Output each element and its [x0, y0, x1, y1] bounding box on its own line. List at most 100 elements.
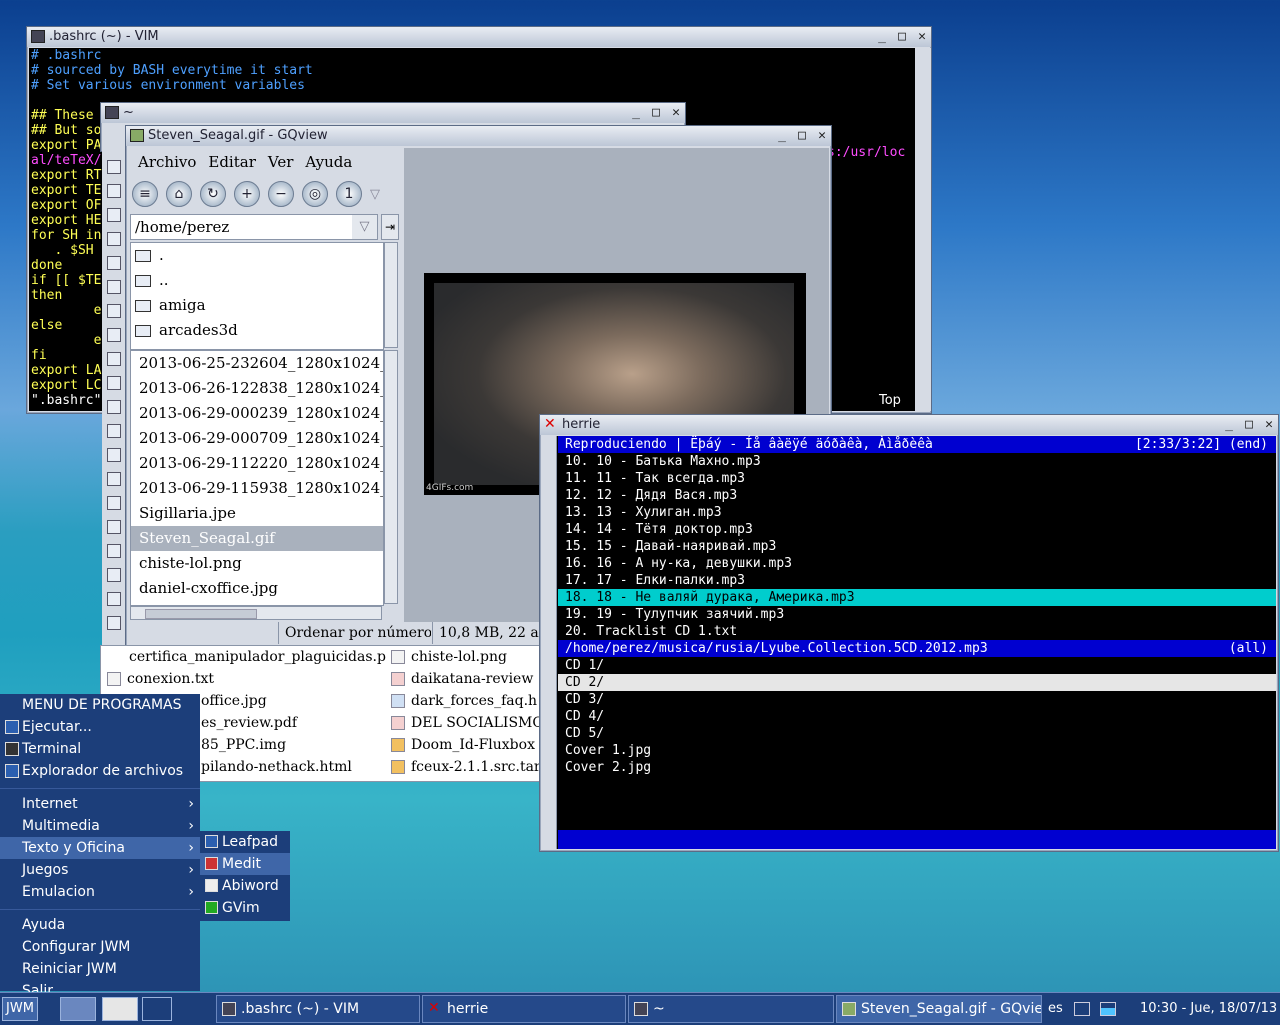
- file-scrollbar[interactable]: [384, 350, 398, 604]
- file-item[interactable]: conexion.txt: [107, 668, 214, 690]
- close-button[interactable]: ✕: [669, 106, 683, 120]
- hscroll-thumb[interactable]: [145, 609, 257, 619]
- browser-item[interactable]: CD 3/: [558, 691, 1276, 708]
- task-gqview[interactable]: Steven_Seagal.gif - GQvie: [836, 995, 1042, 1023]
- playlist-item[interactable]: 19. 19 - Тулупчик заячий.mp3: [558, 606, 1276, 623]
- directory-scrollbar[interactable]: [384, 242, 398, 348]
- submenu-item-abiword[interactable]: Abiword: [200, 875, 290, 897]
- file-item[interactable]: 85_PPC.img: [201, 734, 286, 756]
- menu-item-texto-oficina[interactable]: Texto y Oficina ›: [0, 837, 200, 859]
- workspace-3[interactable]: [142, 997, 172, 1021]
- herrie-titlebar[interactable]: ✕ herrie _ □ ✕: [540, 415, 1278, 435]
- workspace-2[interactable]: [102, 997, 138, 1021]
- path-dropdown-icon[interactable]: ▽: [352, 215, 377, 239]
- menu-item-ayuda[interactable]: Ayuda: [0, 914, 200, 936]
- browser-item[interactable]: CD 5/: [558, 725, 1276, 742]
- home-icon[interactable]: ⌂: [166, 181, 192, 207]
- minimize-button[interactable]: _: [875, 30, 889, 44]
- task-herrie[interactable]: ✕ herrie: [422, 995, 626, 1023]
- minimize-button[interactable]: _: [775, 129, 789, 143]
- submenu-item-gvim[interactable]: GVim: [200, 897, 290, 919]
- herrie-scrollbar[interactable]: [542, 436, 557, 849]
- clock[interactable]: 10:30 - Jue, 18/07/13: [1140, 993, 1277, 1025]
- menu-item-emulacion[interactable]: Emulacion ›: [0, 881, 200, 903]
- zoom-out-icon[interactable]: −: [268, 181, 294, 207]
- directory-list[interactable]: ... amiga arcades3d: [130, 242, 384, 350]
- browser-item[interactable]: Cover 1.jpg: [558, 742, 1276, 759]
- keyboard-layout[interactable]: es: [1048, 993, 1063, 1025]
- file-browser-list[interactable]: CD 1/CD 2/CD 3/CD 4/CD 5/Cover 1.jpg Cove…: [558, 657, 1276, 776]
- playlist-item[interactable]: 12. 12 - Дядя Вася.mp3: [558, 487, 1276, 504]
- menu-item-multimedia[interactable]: Multimedia ›: [0, 815, 200, 837]
- browser-item[interactable]: CD 1/: [558, 657, 1276, 674]
- directory-item[interactable]: arcades3d: [131, 318, 383, 343]
- file-list-item[interactable]: Sigillaria.jpe: [131, 501, 383, 526]
- vim-titlebar[interactable]: .bashrc (~) - VIM _ □ ✕: [27, 27, 931, 47]
- playlist-item[interactable]: 15. 15 - Давай-наяривай.mp3: [558, 538, 1276, 555]
- menu-item-explorador[interactable]: Explorador de archivos: [0, 760, 200, 782]
- file-item[interactable]: Doom_Id-Fluxbox: [391, 734, 535, 756]
- directory-item[interactable]: ..: [131, 268, 383, 293]
- file-item[interactable]: daikatana-review: [391, 668, 533, 690]
- maximize-button[interactable]: □: [649, 106, 663, 120]
- maximize-button[interactable]: □: [795, 129, 809, 143]
- menu-item-ejecutar[interactable]: Ejecutar...: [0, 716, 200, 738]
- menu-item-reiniciar[interactable]: Reiniciar JWM: [0, 958, 200, 980]
- playlist-item[interactable]: 20. Tracklist CD 1.txt: [558, 623, 1276, 640]
- file-item[interactable]: office.jpg: [201, 690, 267, 712]
- playlist-item[interactable]: 16. 16 - А ну-ка, девушки.mp3: [558, 555, 1276, 572]
- list-view-icon[interactable]: ≡: [132, 181, 158, 207]
- gqview-titlebar[interactable]: Steven_Seagal.gif - GQview _ □ ✕: [126, 126, 831, 146]
- close-button[interactable]: ✕: [815, 129, 829, 143]
- menu-item-terminal[interactable]: Terminal: [0, 738, 200, 760]
- file-item[interactable]: certifica_manipulador_plaguicidas.p: [129, 646, 386, 668]
- maximize-button[interactable]: □: [1242, 418, 1256, 432]
- zoom-in-icon[interactable]: +: [234, 181, 260, 207]
- file-item[interactable]: chiste-lol.png: [391, 646, 507, 668]
- file-item[interactable]: dark_forces_faq.h: [391, 690, 537, 712]
- playlist-item[interactable]: 13. 13 - Хулиган.mp3: [558, 504, 1276, 521]
- playlist-item[interactable]: 17. 17 - Елки-палки.mp3: [558, 572, 1276, 589]
- browser-item[interactable]: Cover 2.jpg: [558, 759, 1276, 776]
- path-input[interactable]: /home/perez: [130, 214, 378, 240]
- browser-item[interactable]: CD 2/: [558, 674, 1276, 691]
- directory-item[interactable]: amiga: [131, 293, 383, 318]
- maximize-button[interactable]: □: [895, 30, 909, 44]
- file-list-item[interactable]: 2013-06-29-115938_1280x1024_scr: [131, 476, 383, 501]
- directory-item[interactable]: .: [131, 243, 383, 268]
- menu-item-configurar[interactable]: Configurar JWM: [0, 936, 200, 958]
- file-list-item[interactable]: daniel-cxoffice.jpg: [131, 576, 383, 601]
- file-list-item[interactable]: 2013-06-29-000239_1280x1024_scr: [131, 401, 383, 426]
- close-button[interactable]: ✕: [1262, 418, 1276, 432]
- file-item[interactable]: pilando-nethack.html: [201, 756, 352, 778]
- playlist[interactable]: 10. 10 - Батька Махно.mp3 11. 11 - Так вс…: [558, 453, 1276, 640]
- file-list-item[interactable]: 2013-06-29-000709_1280x1024_scr: [131, 426, 383, 451]
- submenu-item-leafpad[interactable]: Leafpad: [200, 831, 290, 853]
- status-sort[interactable]: Ordenar por número: [278, 622, 431, 644]
- file-list[interactable]: 2013-06-25-232604_1280x1024_scr 2013-06-2…: [130, 350, 384, 606]
- zoom-fit-icon[interactable]: ◎: [302, 181, 328, 207]
- start-button[interactable]: JWM: [2, 997, 38, 1021]
- file-list-item[interactable]: 2013-06-29-112220_1280x1024_scr: [131, 451, 383, 476]
- file-list-item[interactable]: 2013-06-25-232604_1280x1024_scr: [131, 351, 383, 376]
- herrie-window[interactable]: ✕ herrie _ □ ✕ Reproduciendo | Ëþáý - Íå…: [539, 414, 1279, 852]
- file-hscrollbar[interactable]: [130, 606, 382, 620]
- close-button[interactable]: ✕: [915, 30, 929, 44]
- file-item[interactable]: es_review.pdf: [201, 712, 297, 734]
- cpu-monitor-icon[interactable]: [1100, 1002, 1116, 1016]
- file-list-item[interactable]: 2013-06-26-122838_1280x1024_scr: [131, 376, 383, 401]
- menu-item-internet[interactable]: Internet ›: [0, 793, 200, 815]
- minimize-button[interactable]: _: [629, 106, 643, 120]
- minimize-button[interactable]: _: [1222, 418, 1236, 432]
- menu-ver[interactable]: Ver: [268, 153, 294, 171]
- workspace-1[interactable]: [60, 997, 96, 1021]
- zoom-100-icon[interactable]: 1: [336, 181, 362, 207]
- file-list-item[interactable]: chiste-lol.png: [131, 551, 383, 576]
- playlist-item[interactable]: 10. 10 - Батька Махно.mp3: [558, 453, 1276, 470]
- playlist-item[interactable]: 11. 11 - Так всегда.mp3: [558, 470, 1276, 487]
- menu-item-juegos[interactable]: Juegos ›: [0, 859, 200, 881]
- path-go-button[interactable]: ⇥: [381, 214, 399, 240]
- playlist-item[interactable]: 14. 14 - Тётя доктор.mp3: [558, 521, 1276, 538]
- task-terminal[interactable]: ~: [628, 995, 834, 1023]
- playlist-item[interactable]: 18. 18 - Не валяй дурака, Америка.mp3: [558, 589, 1276, 606]
